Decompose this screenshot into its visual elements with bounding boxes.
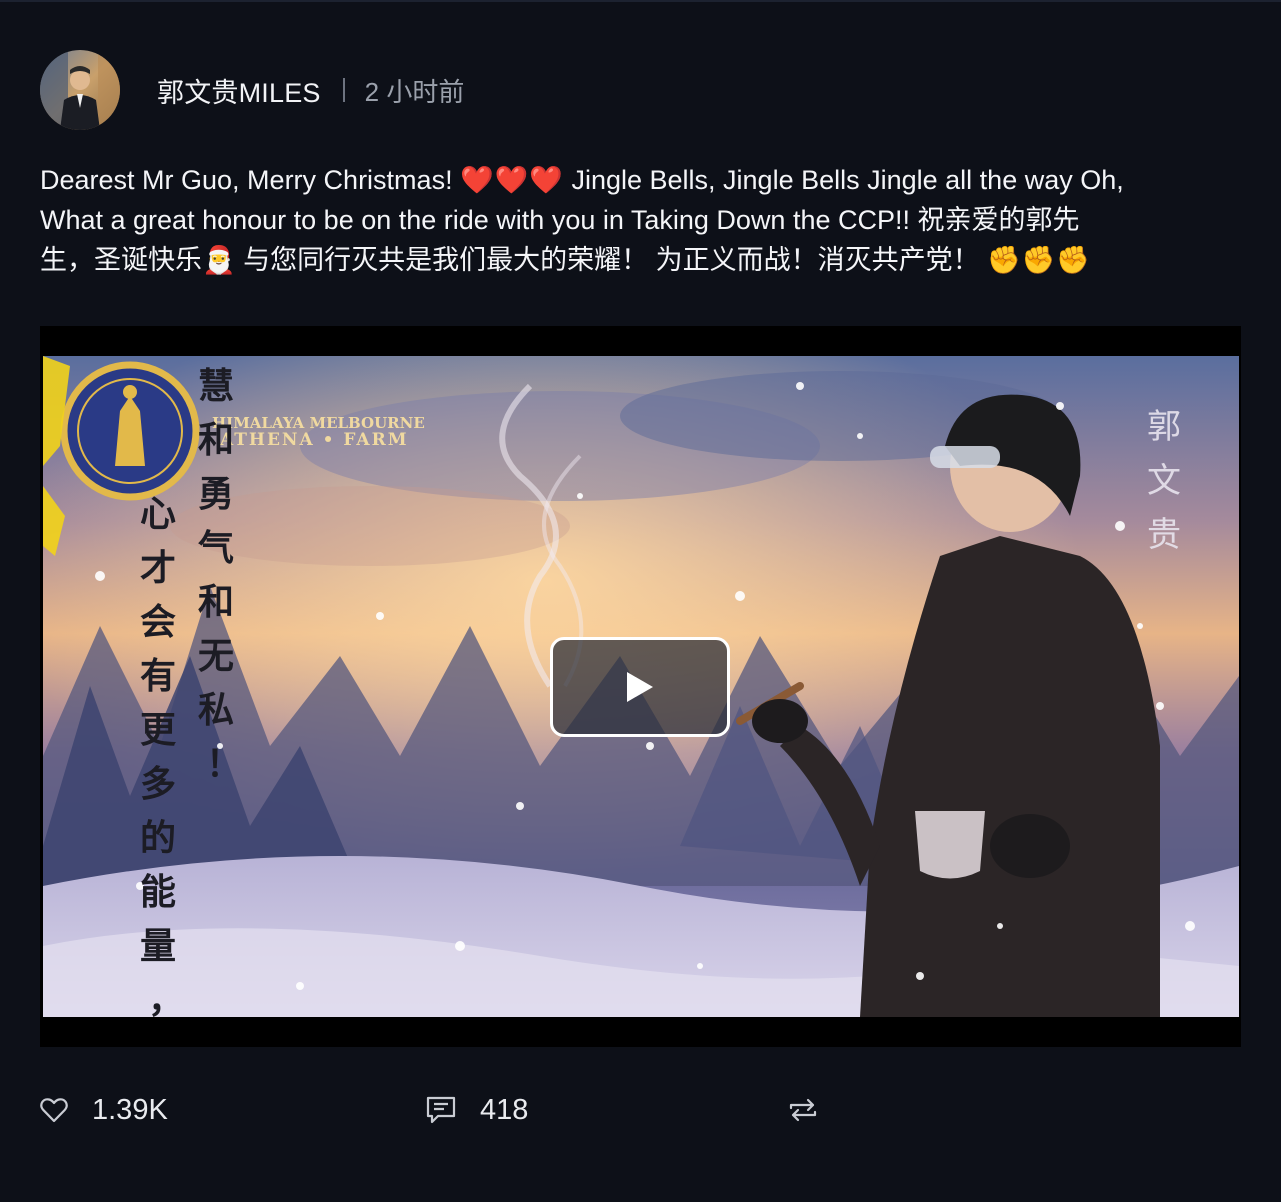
post-text-part: Dearest Mr Guo, Merry Christmas!	[40, 165, 453, 195]
post-text-line-3: 生，圣诞快乐🎅 与您同行灭共是我们最大的荣耀！ 为正义而战！消灭共产党！ ✊✊✊	[40, 240, 1240, 280]
post-text-part: 生，圣诞快乐	[40, 245, 202, 275]
post-text-line-2: What a great honour to be on the ride wi…	[40, 205, 1080, 235]
calligraphy-char: 无	[198, 635, 234, 677]
post-text-part: 与您同行灭共是我们最大的荣耀！ 为正义而战！消灭共产党！	[243, 245, 980, 275]
post-header: 郭文贵MILES 2 小时前	[40, 50, 464, 130]
calligraphy-char: 贵	[1147, 515, 1181, 555]
calligraphy-char: 郭	[1147, 407, 1181, 447]
post-actions: 1.39K 418	[40, 1088, 1241, 1132]
calligraphy-char: 心	[140, 493, 176, 535]
calligraphy-char: 能	[140, 871, 176, 913]
play-button[interactable]	[550, 637, 730, 737]
post-text: Dearest Mr Guo, Merry Christmas! ❤️❤️❤️ …	[40, 160, 1240, 280]
calligraphy-char: 和	[198, 419, 234, 461]
calligraphy-char: ，	[148, 979, 184, 1021]
calligraphy-char: 私	[198, 689, 234, 731]
fists-emoji: ✊✊✊	[987, 245, 1092, 275]
calligraphy-char: 会	[140, 601, 176, 643]
comment-count: 418	[480, 1093, 529, 1126]
avatar[interactable]	[40, 50, 120, 130]
repost-arrows-icon	[788, 1097, 818, 1123]
repost-button[interactable]	[788, 1088, 818, 1132]
post-text-part: Jingle Bells, Jingle Bells Jingle all th…	[571, 165, 1124, 195]
calligraphy-char: 和	[198, 581, 234, 623]
calligraphy-char: 才	[140, 547, 176, 589]
comment-button[interactable]: 418	[426, 1088, 528, 1132]
calligraphy-char: 有	[140, 655, 176, 697]
post-timestamp: 2 小时前	[364, 76, 465, 107]
hearts-emoji: ❤️❤️❤️	[460, 165, 564, 195]
calligraphy-char: 慧	[198, 365, 234, 407]
author-name[interactable]: 郭文贵MILES	[157, 71, 321, 110]
calligraphy-char: 的	[140, 817, 176, 859]
heart-outline-icon	[40, 1097, 68, 1123]
comment-outline-icon	[426, 1096, 456, 1124]
calligraphy-char: 多	[140, 763, 176, 805]
post-card: 郭文贵MILES 2 小时前 Dearest Mr Guo, Merry Chr…	[0, 0, 1281, 1202]
calligraphy-char: ！	[206, 743, 242, 785]
calligraphy-char: 更	[140, 709, 177, 751]
calligraphy-char: 气	[198, 527, 234, 569]
post-text-line-1: Dearest Mr Guo, Merry Christmas! ❤️❤️❤️ …	[40, 160, 1240, 200]
calligraphy-char: 量	[140, 925, 176, 967]
calligraphy-char: 文	[1147, 461, 1181, 501]
calligraphy-char: 勇	[198, 473, 234, 515]
santa-emoji: 🎅	[202, 245, 236, 275]
header-separator	[342, 78, 345, 102]
like-button[interactable]: 1.39K	[40, 1088, 168, 1132]
calligraphy-right: 郭 文 贵	[1147, 407, 1181, 555]
logo-text-line-2: ATHENA • FARM	[219, 430, 409, 450]
play-icon	[627, 672, 653, 702]
like-count: 1.39K	[92, 1093, 168, 1126]
video-player[interactable]: HIMALAYA MELBOURNE ATHENA • FARM 慧 和 勇 气…	[40, 326, 1241, 1047]
